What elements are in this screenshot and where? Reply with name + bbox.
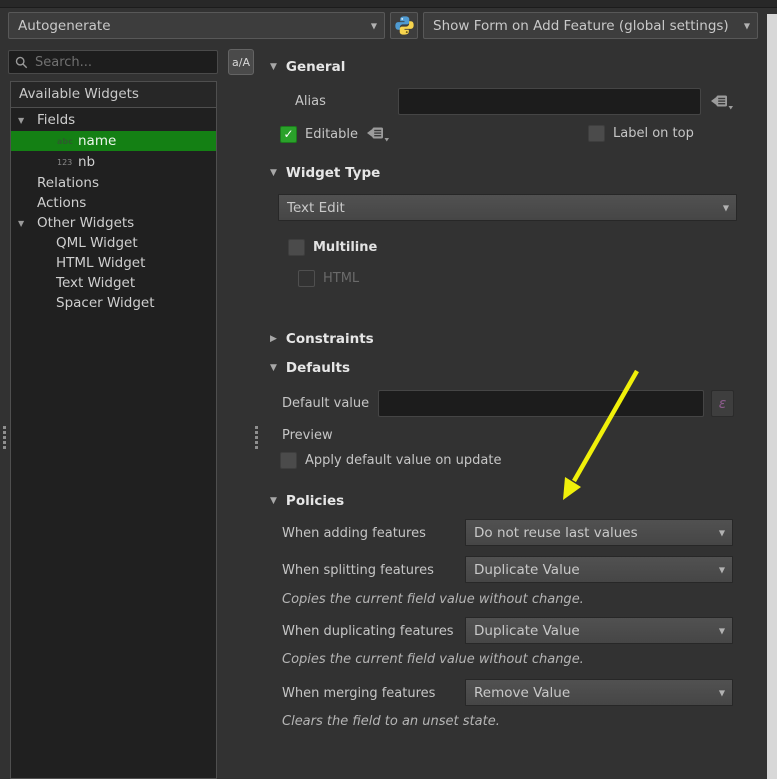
data-defined-icon <box>710 93 734 111</box>
epsilon-icon: ε <box>719 396 727 412</box>
editable-override-button[interactable] <box>366 125 390 143</box>
tree-item-qml-widget[interactable]: QML Widget <box>11 233 216 253</box>
chevron-down-icon: ▼ <box>371 21 377 30</box>
expander-icon[interactable]: ▼ <box>18 219 24 228</box>
tree-item-label: QML Widget <box>56 235 138 251</box>
collapse-triangle-icon: ▼ <box>270 496 277 506</box>
label-on-top-checkbox[interactable] <box>588 125 605 142</box>
preview-label: Preview <box>282 428 333 443</box>
section-general[interactable]: ▼ General <box>270 59 345 75</box>
collapse-triangle-icon: ▼ <box>270 168 277 178</box>
policy-merging-label: When merging features <box>282 686 435 701</box>
label-on-top-label: Label on top <box>613 126 694 141</box>
policy-splitting-label: When splitting features <box>282 563 434 578</box>
tree-item-other-widgets[interactable]: ▼ Other Widgets <box>11 213 216 233</box>
tree-item-label: Actions <box>37 195 86 211</box>
tree-item-spacer-widget[interactable]: Spacer Widget <box>11 293 216 313</box>
tree-item-label: HTML Widget <box>56 255 145 271</box>
chevron-down-icon: ▼ <box>723 203 729 212</box>
panel-splitter-handle[interactable] <box>255 426 259 451</box>
available-widgets-header: Available Widgets <box>11 82 216 108</box>
tree-item-label: name <box>78 133 116 149</box>
chevron-down-icon: ▼ <box>719 528 725 537</box>
multiline-row: Multiline <box>288 239 377 256</box>
multiline-checkbox[interactable] <box>288 239 305 256</box>
html-row: HTML <box>298 270 359 287</box>
editable-label: Editable <box>305 127 358 142</box>
apply-default-checkbox[interactable] <box>280 452 297 469</box>
alias-override-button[interactable] <box>710 93 734 115</box>
tree-item-html-widget[interactable]: HTML Widget <box>11 253 216 273</box>
tree-item-text-widget[interactable]: Text Widget <box>11 273 216 293</box>
form-suppress-value: Show Form on Add Feature (global setting… <box>433 18 729 34</box>
left-splitter-handle[interactable] <box>3 426 7 451</box>
available-widgets-panel: Available Widgets ▼Fieldsabcname123nbRel… <box>10 81 217 779</box>
policy-adding-label: When adding features <box>282 526 426 541</box>
tree-item-label: Spacer Widget <box>56 295 155 311</box>
vertical-scrollbar[interactable] <box>767 14 777 779</box>
chevron-down-icon: ▼ <box>719 688 725 697</box>
label-on-top-row: Label on top <box>588 125 694 142</box>
tree-item-label: Relations <box>37 175 99 191</box>
expression-builder-button[interactable]: ε <box>711 390 734 417</box>
tree-item-label: Other Widgets <box>37 215 134 231</box>
search-input[interactable] <box>35 55 211 70</box>
html-checkbox <box>298 270 315 287</box>
widget-search[interactable] <box>8 50 218 74</box>
collapse-triangle-icon: ▼ <box>270 363 277 373</box>
policy-duplicating-hint: Copies the current field value without c… <box>282 652 584 667</box>
form-suppress-dropdown[interactable]: Show Form on Add Feature (global setting… <box>423 12 758 39</box>
alias-input[interactable] <box>398 88 701 115</box>
field-type-abc-icon: abc <box>57 137 78 146</box>
section-widget-type[interactable]: ▼ Widget Type <box>270 165 380 181</box>
tree-item-label: Fields <box>37 112 75 128</box>
policy-merging-hint: Clears the field to an unset state. <box>282 714 500 729</box>
policy-adding-dropdown[interactable]: Do not reuse last values ▼ <box>465 519 733 546</box>
search-icon <box>15 56 28 69</box>
data-defined-icon <box>366 125 390 143</box>
default-value-input[interactable] <box>378 390 704 417</box>
attributes-form-designer: Autogenerate ▼ Show Form on Add Feature … <box>0 0 777 779</box>
policy-splitting-hint: Copies the current field value without c… <box>282 592 584 607</box>
policy-duplicating-dropdown[interactable]: Duplicate Value ▼ <box>465 617 733 644</box>
python-icon <box>394 15 415 36</box>
widget-type-value: Text Edit <box>287 200 345 216</box>
top-divider <box>0 0 777 8</box>
tree-item-actions[interactable]: Actions <box>11 193 216 213</box>
section-constraints[interactable]: ▶ Constraints <box>270 331 374 347</box>
expander-icon[interactable]: ▼ <box>18 116 24 125</box>
alias-label: Alias <box>295 94 326 109</box>
field-type-123-icon: 123 <box>57 158 78 167</box>
collapse-triangle-icon: ▼ <box>270 62 277 72</box>
policy-duplicating-label: When duplicating features <box>282 624 454 639</box>
collapse-triangle-icon: ▶ <box>270 334 277 344</box>
default-value-label: Default value <box>282 396 369 411</box>
tree-item-fields[interactable]: ▼ Fields <box>11 110 216 130</box>
case-sensitive-toggle[interactable]: a/A <box>228 49 254 75</box>
tree-item-name[interactable]: abcname <box>11 131 216 151</box>
apply-default-row: Apply default value on update <box>280 452 501 469</box>
tree-item-label: Text Widget <box>56 275 135 291</box>
layout-mode-dropdown[interactable]: Autogenerate ▼ <box>8 12 385 39</box>
editable-row: ✓ Editable <box>280 125 390 143</box>
policy-splitting-dropdown[interactable]: Duplicate Value ▼ <box>465 556 733 583</box>
chevron-down-icon: ▼ <box>744 21 750 30</box>
section-defaults[interactable]: ▼ Defaults <box>270 360 350 376</box>
policy-merging-dropdown[interactable]: Remove Value ▼ <box>465 679 733 706</box>
chevron-down-icon: ▼ <box>719 626 725 635</box>
widget-type-dropdown[interactable]: Text Edit ▼ <box>278 194 737 221</box>
tree-item-label: nb <box>78 154 95 170</box>
chevron-down-icon: ▼ <box>719 565 725 574</box>
tree-item-relations[interactable]: Relations <box>11 173 216 193</box>
html-label: HTML <box>323 271 359 286</box>
multiline-label: Multiline <box>313 240 377 255</box>
python-init-button[interactable] <box>390 12 418 39</box>
layout-mode-value: Autogenerate <box>18 18 111 34</box>
apply-default-label: Apply default value on update <box>305 453 501 468</box>
editable-checkbox[interactable]: ✓ <box>280 126 297 143</box>
tree-item-nb[interactable]: 123nb <box>11 152 216 172</box>
section-policies[interactable]: ▼ Policies <box>270 493 344 509</box>
